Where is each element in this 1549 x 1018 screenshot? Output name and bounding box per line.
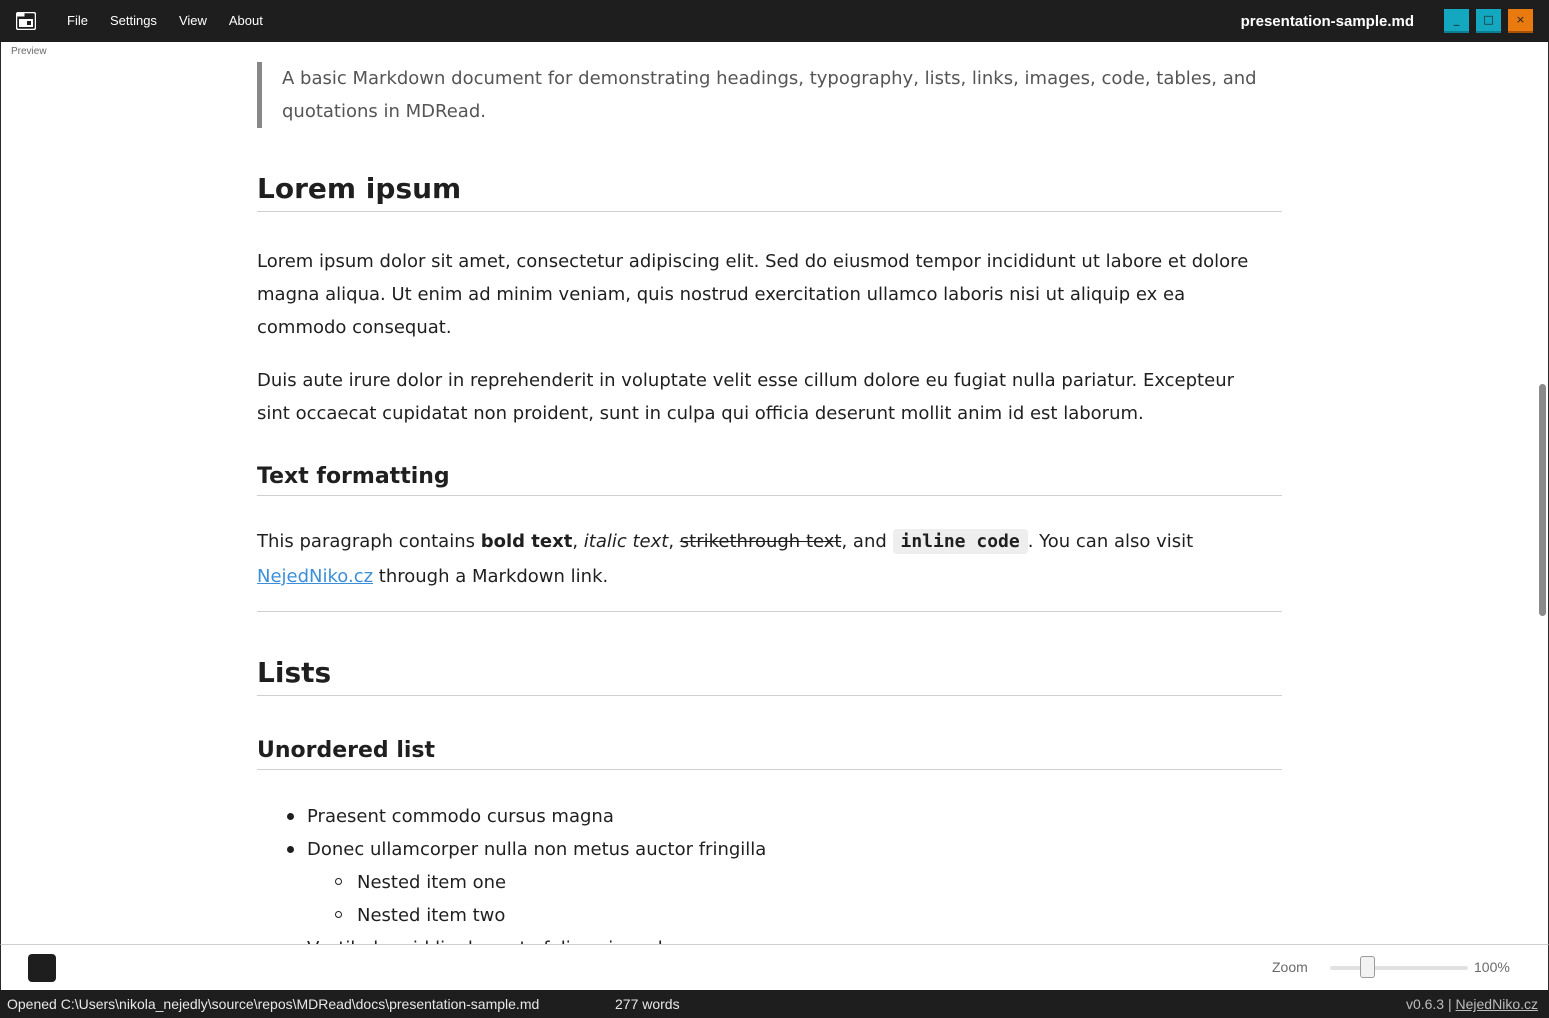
paragraph-duis: Duis aute irure dolor in reprehenderit i… bbox=[257, 370, 1235, 424]
list-item: Praesent commodo cursus magna bbox=[307, 806, 614, 827]
paragraph-lorem: Lorem ipsum dolor sit amet, consectetur … bbox=[257, 251, 1249, 338]
version-text: v0.6.3 | bbox=[1405, 996, 1456, 1012]
italic-text: italic text bbox=[583, 531, 669, 552]
status-version: v0.6.3 | NejedNiko.cz bbox=[1406, 996, 1538, 1012]
horizontal-rule bbox=[257, 611, 1282, 612]
inline-code: inline code bbox=[892, 529, 1028, 554]
status-file-path: Opened C:\Users\nikola_nejedly\source\re… bbox=[7, 996, 540, 1012]
bottom-toolbar: Zoom 100% bbox=[0, 944, 1549, 990]
text-segment: This paragraph contains bbox=[257, 531, 481, 552]
heading-text-formatting: Text formatting bbox=[257, 464, 1282, 496]
menu-view[interactable]: View bbox=[168, 0, 218, 42]
menu-settings[interactable]: Settings bbox=[99, 0, 168, 42]
list-item: Donec ullamcorper nulla non metus auctor… bbox=[307, 839, 767, 860]
heading-lorem-ipsum: Lorem ipsum bbox=[257, 172, 1282, 212]
bullet-hollow-icon bbox=[335, 878, 342, 885]
preview-pane[interactable]: Preview A basic Markdown document for de… bbox=[0, 42, 1549, 944]
menu-file[interactable]: File bbox=[56, 0, 99, 42]
menu-about[interactable]: About bbox=[218, 0, 274, 42]
nejedniko-link[interactable]: NejedNiko.cz bbox=[257, 566, 373, 587]
zoom-slider-thumb[interactable] bbox=[1360, 956, 1375, 978]
text-segment: , bbox=[668, 531, 680, 552]
close-button[interactable]: × bbox=[1508, 9, 1533, 33]
zoom-slider[interactable] bbox=[1330, 966, 1468, 970]
bullet-icon bbox=[287, 846, 294, 853]
theme-toggle-button[interactable] bbox=[28, 954, 56, 982]
status-bar: Opened C:\Users\nikola_nejedly\source\re… bbox=[0, 990, 1549, 1018]
window-title: presentation-sample.md bbox=[1240, 13, 1414, 30]
status-website-link[interactable]: NejedNiko.cz bbox=[1456, 996, 1538, 1012]
status-word-count: 277 words bbox=[615, 996, 680, 1012]
bold-text: bold text bbox=[480, 531, 573, 552]
app-logo-icon bbox=[16, 12, 36, 30]
menu-bar: File Settings View About bbox=[56, 0, 274, 42]
blockquote: A basic Markdown document for demonstrat… bbox=[257, 62, 1257, 128]
heading-lists: Lists bbox=[257, 656, 1282, 696]
text-segment: , and bbox=[841, 531, 893, 552]
list-item: Nested item one bbox=[357, 872, 507, 893]
vertical-scrollbar[interactable] bbox=[1539, 384, 1546, 616]
zoom-label: Zoom bbox=[1272, 959, 1308, 975]
bullet-icon bbox=[287, 813, 294, 820]
list-item: Nested item two bbox=[357, 905, 506, 926]
text-segment: , bbox=[572, 531, 584, 552]
minimize-button[interactable]: _ bbox=[1444, 9, 1469, 33]
title-bar: File Settings View About presentation-sa… bbox=[0, 0, 1549, 42]
preview-label: Preview bbox=[11, 46, 47, 57]
text-segment: through a Markdown link. bbox=[373, 566, 609, 587]
maximize-button[interactable]: □ bbox=[1476, 9, 1501, 33]
strikethrough-text: strikethrough text bbox=[679, 531, 842, 552]
text-segment: . You can also visit bbox=[1027, 531, 1194, 552]
bullet-hollow-icon bbox=[335, 911, 342, 918]
heading-unordered-list: Unordered list bbox=[257, 738, 1282, 770]
list-item: Vestibulum id ligula porta felis euismod… bbox=[307, 932, 736, 944]
paragraph-formatting: This paragraph contains bold text, itali… bbox=[257, 524, 1267, 594]
zoom-value: 100% bbox=[1474, 959, 1510, 975]
